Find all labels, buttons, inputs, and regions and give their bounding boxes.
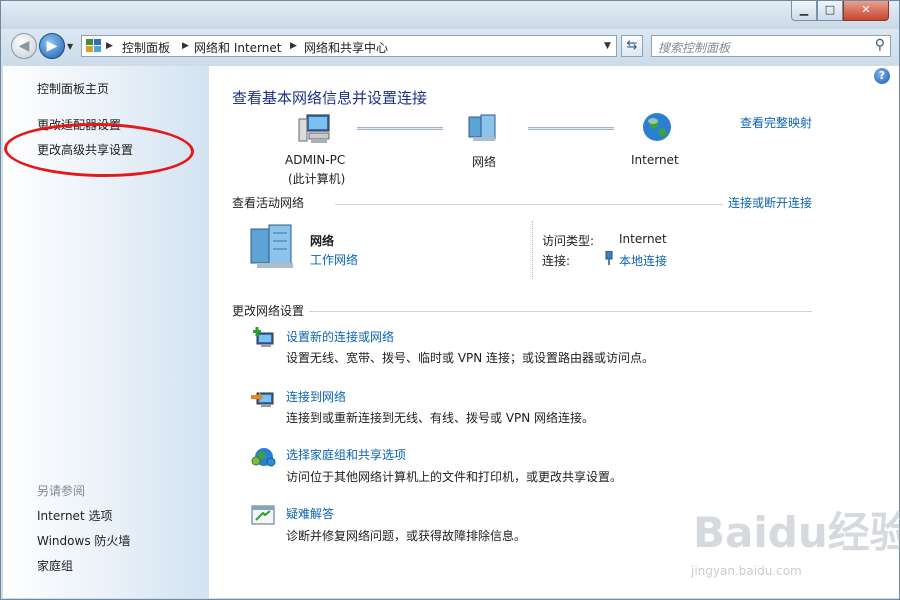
window-frame: ▁ □ ✕ ◀ ▶ ▼ ▶ 控制面板 ▶ 网络和 Internet ▶ 网络和共… xyxy=(0,0,900,600)
refresh-button[interactable]: ⇆ xyxy=(621,35,643,57)
active-network-separator xyxy=(532,221,533,279)
search-box[interactable]: 搜索控制面板 ⚲ xyxy=(651,35,891,57)
title-bar: ▁ □ ✕ xyxy=(1,1,899,29)
minimize-button[interactable]: ▁ xyxy=(791,1,817,21)
local-connection-link[interactable]: 本地连接 xyxy=(619,252,667,269)
task-title-troubleshoot[interactable]: 疑难解答 xyxy=(286,505,334,522)
access-type-value: Internet xyxy=(619,232,667,246)
change-settings-heading: 更改网络设置 xyxy=(232,304,305,318)
internet-globe-icon xyxy=(643,113,671,141)
view-full-map-link[interactable]: 查看完整映射 xyxy=(740,114,812,131)
see-also-heading: 另请参阅 xyxy=(37,484,86,498)
control-panel-icon xyxy=(86,39,101,52)
page-title: 查看基本网络信息并设置连接 xyxy=(232,89,428,107)
task-desc-homegroup-sharing: 访问位于其他网络计算机上的文件和打印机，或更改共享设置。 xyxy=(286,470,623,484)
computer-icon xyxy=(298,114,330,143)
network-icon xyxy=(468,114,496,141)
access-type-label: 访问类型: xyxy=(542,234,595,248)
map-internet-label: Internet xyxy=(631,153,679,167)
connect-disconnect-link[interactable]: 连接或断开连接 xyxy=(728,194,812,211)
active-networks-divider xyxy=(335,204,723,205)
sidebar-item-control-panel-home[interactable]: 控制面板主页 xyxy=(37,80,109,97)
active-network-type-link[interactable]: 工作网络 xyxy=(310,251,358,268)
breadcrumb-network-internet[interactable]: 网络和 Internet xyxy=(194,39,281,56)
maximize-button[interactable]: □ xyxy=(817,1,843,21)
task-desc-troubleshoot: 诊断并修复网络问题，或获得故障排除信息。 xyxy=(286,529,527,543)
task-title-homegroup-sharing[interactable]: 选择家庭组和共享选项 xyxy=(286,446,406,463)
change-settings-divider xyxy=(309,311,812,312)
task-desc-connect-to-network: 连接到或重新连接到无线、有线、拨号或 VPN 网络连接。 xyxy=(286,411,595,425)
task-title-connect-to-network[interactable]: 连接到网络 xyxy=(286,388,346,405)
forward-button[interactable]: ▶ xyxy=(39,33,65,59)
watermark-logo: Baidu经验 xyxy=(693,508,900,557)
connections-label: 连接: xyxy=(542,254,571,268)
address-bar[interactable]: ▶ 控制面板 ▶ 网络和 Internet ▶ 网络和共享中心 ▼ xyxy=(81,35,617,57)
breadcrumb-control-panel[interactable]: 控制面板 xyxy=(122,39,170,56)
new-connection-icon xyxy=(253,327,274,347)
address-dropdown-icon[interactable]: ▼ xyxy=(604,41,611,51)
task-title-new-connection[interactable]: 设置新的连接或网络 xyxy=(286,328,394,345)
see-also-homegroup[interactable]: 家庭组 xyxy=(37,557,73,574)
map-computer-name: ADMIN-PC xyxy=(285,153,346,167)
breadcrumb-separator-icon: ▶ xyxy=(290,41,297,51)
task-desc-new-connection: 设置无线、宽带、拨号、临时或 VPN 连接；或设置路由器或访问点。 xyxy=(286,351,655,365)
back-button[interactable]: ◀ xyxy=(11,33,37,59)
active-network-name: 网络 xyxy=(310,234,335,248)
map-network-label: 网络 xyxy=(472,155,497,169)
homegroup-sharing-icon xyxy=(251,448,276,467)
navigation-bar: ◀ ▶ ▼ ▶ 控制面板 ▶ 网络和 Internet ▶ 网络和共享中心 ▼ … xyxy=(1,29,899,65)
recent-pages-dropdown[interactable]: ▼ xyxy=(67,42,73,51)
map-computer-sub: (此计算机) xyxy=(288,172,346,186)
active-networks-heading: 查看活动网络 xyxy=(232,196,305,210)
watermark-url: jingyan.baidu.com xyxy=(691,564,802,578)
breadcrumb-separator-icon: ▶ xyxy=(106,41,113,51)
close-button[interactable]: ✕ xyxy=(843,1,889,21)
help-icon[interactable]: ? xyxy=(874,68,890,84)
see-also-internet-options[interactable]: Internet 选项 xyxy=(37,507,112,524)
active-network-icon xyxy=(250,224,293,268)
breadcrumb-network-sharing-center[interactable]: 网络和共享中心 xyxy=(304,39,388,56)
connection-line-icon xyxy=(528,127,614,130)
ethernet-plug-icon xyxy=(605,251,613,265)
refresh-icon: ⇆ xyxy=(626,38,638,53)
search-placeholder: 搜索控制面板 xyxy=(658,41,731,55)
connection-line-icon xyxy=(357,127,443,130)
breadcrumb-separator-icon: ▶ xyxy=(182,41,189,51)
search-icon[interactable]: ⚲ xyxy=(875,37,885,53)
see-also-windows-firewall[interactable]: Windows 防火墙 xyxy=(37,532,130,549)
connect-to-network-icon xyxy=(251,392,274,407)
troubleshoot-icon xyxy=(251,505,275,525)
